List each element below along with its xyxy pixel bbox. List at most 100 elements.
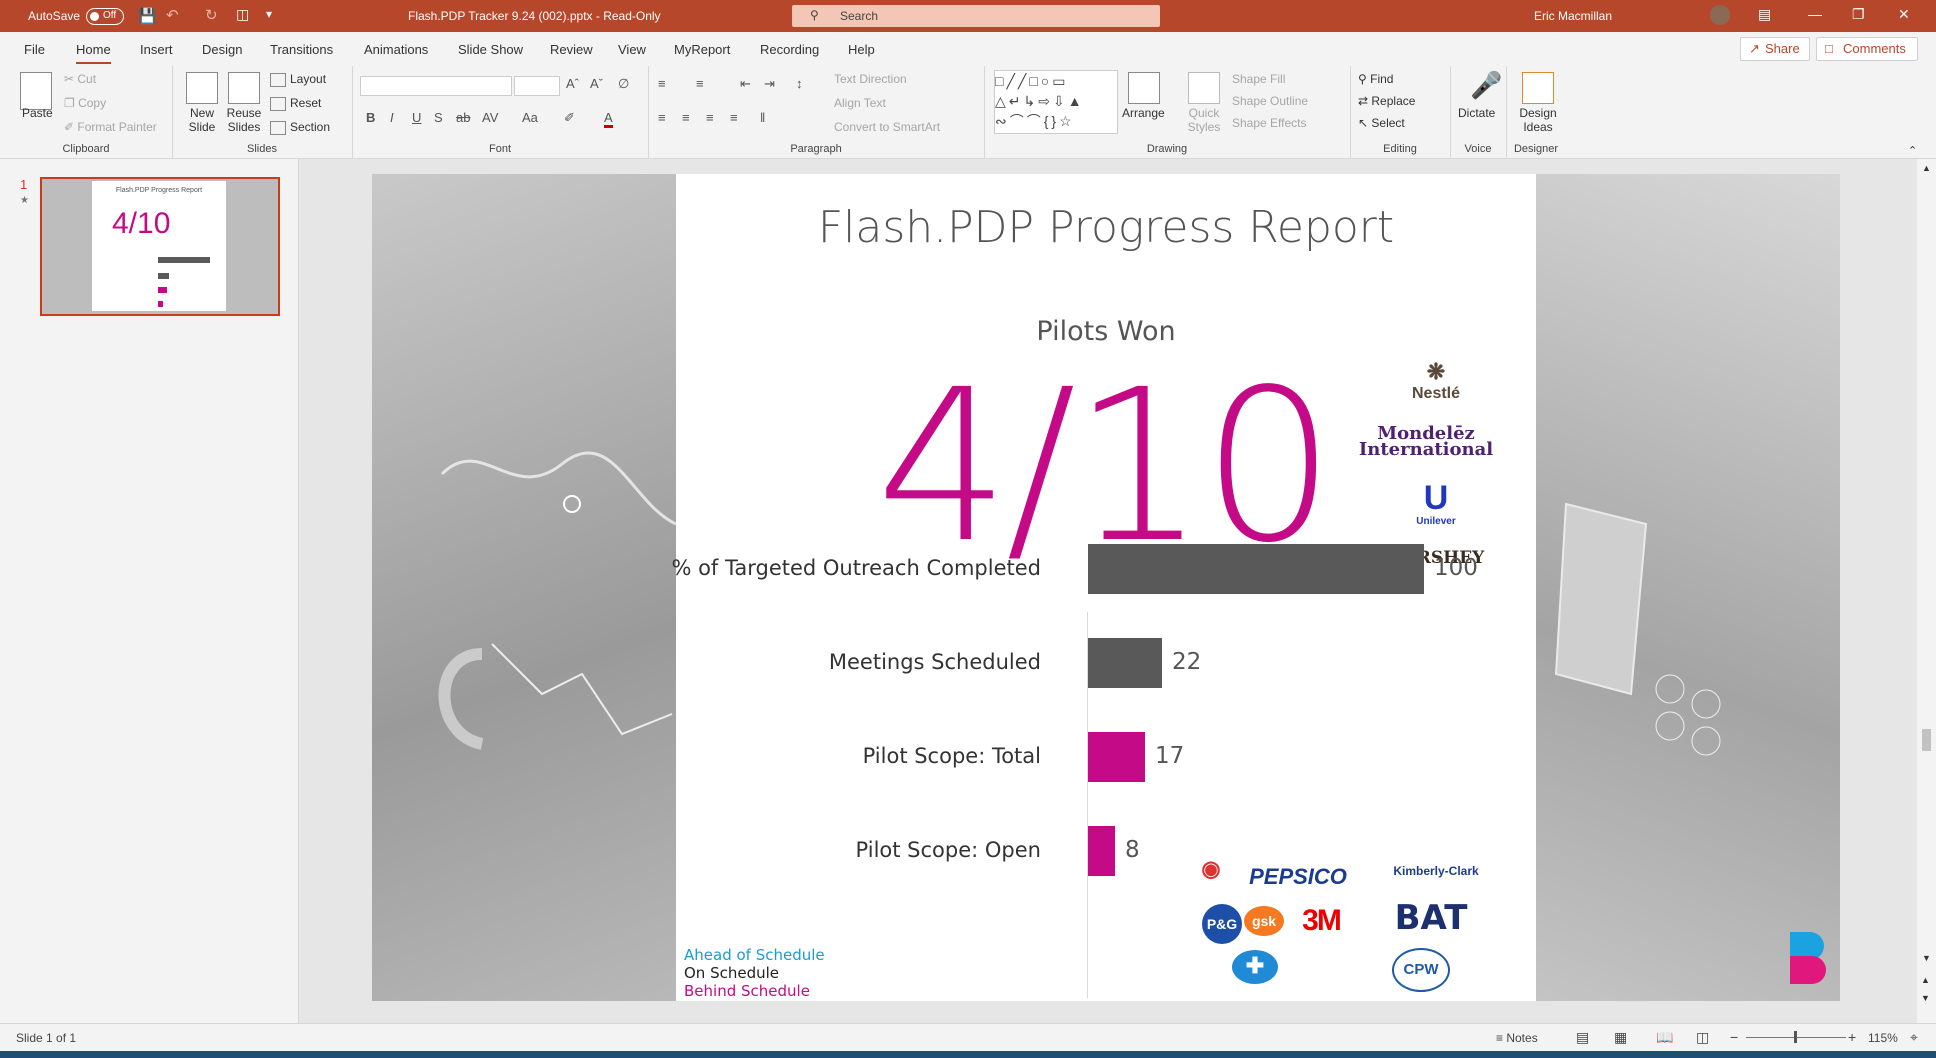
customize-qat-icon[interactable]: ▾ <box>266 7 272 21</box>
tab-help[interactable]: Help <box>848 42 875 57</box>
numbering-icon[interactable]: ≡ <box>696 76 704 91</box>
quick-styles-button[interactable]: Quick Styles <box>1184 106 1224 134</box>
slide-title[interactable]: Flash.PDP Progress Report <box>676 202 1536 253</box>
char-spacing-icon[interactable]: AV <box>482 110 498 125</box>
scroll-down-icon[interactable]: ▼ <box>1922 953 1931 963</box>
close-icon[interactable]: ✕ <box>1898 6 1910 23</box>
slide-canvas[interactable]: Flash.PDP Progress Report Pilots Won 4/1… <box>372 174 1840 1001</box>
select-button[interactable]: ↖ Select <box>1358 116 1405 130</box>
change-case-icon[interactable]: Aa <box>522 110 538 125</box>
bullets-icon[interactable]: ≡ <box>658 76 666 91</box>
notes-button[interactable]: ≡ Notes <box>1496 1031 1538 1045</box>
tab-animations[interactable]: Animations <box>364 42 428 57</box>
microphone-icon[interactable]: 🎤 <box>1470 70 1502 101</box>
reset-button[interactable]: Reset <box>270 96 321 111</box>
text-direction-button[interactable]: Text Direction <box>834 72 907 86</box>
clear-format-icon[interactable]: ∅ <box>618 76 629 92</box>
slide-thumbnail[interactable]: Flash.PDP Progress Report 4/10 <box>40 177 280 316</box>
new-slide-icon[interactable] <box>186 72 218 104</box>
shape-outline-button[interactable]: Shape Outline <box>1232 94 1308 108</box>
align-text-button[interactable]: Align Text <box>834 96 886 110</box>
shadow-icon[interactable]: S <box>434 110 443 125</box>
vertical-scrollbar[interactable]: ▲ ▼ ▲ ▼ <box>1917 159 1936 1023</box>
paste-icon[interactable] <box>20 72 52 110</box>
autosave-toggle[interactable]: Off <box>86 8 124 25</box>
search-box[interactable]: ⚲ Search <box>792 5 1160 27</box>
convert-smartart-button[interactable]: Convert to SmartArt <box>834 120 940 134</box>
quick-styles-icon[interactable] <box>1188 72 1220 104</box>
tab-insert[interactable]: Insert <box>140 42 173 57</box>
share-button[interactable]: ↗ Share <box>1740 37 1810 61</box>
design-ideas-icon[interactable] <box>1522 72 1554 104</box>
zoom-in-icon[interactable]: + <box>1848 1029 1856 1045</box>
scroll-up-icon[interactable]: ▲ <box>1922 163 1931 173</box>
next-slide-icon[interactable]: ▼ <box>1921 993 1930 1003</box>
shape-fill-button[interactable]: Shape Fill <box>1232 72 1285 86</box>
present-icon[interactable]: ◫ <box>236 6 249 23</box>
shrink-font-icon[interactable]: Aˇ <box>590 76 603 91</box>
font-name-select[interactable] <box>360 76 512 96</box>
align-right-icon[interactable]: ≡ <box>706 110 714 125</box>
zoom-level[interactable]: 115% <box>1868 1031 1898 1045</box>
dictate-button[interactable]: Dictate <box>1458 106 1495 120</box>
redo-icon[interactable]: ↻ <box>205 6 218 24</box>
tab-review[interactable]: Review <box>550 42 593 57</box>
cut-button[interactable]: ✂ Cut <box>64 72 96 86</box>
fit-slide-icon[interactable]: ⌖ <box>1910 1029 1918 1046</box>
tab-view[interactable]: View <box>618 42 646 57</box>
shape-effects-button[interactable]: Shape Effects <box>1232 116 1307 130</box>
user-name[interactable]: Eric Macmillan <box>1534 9 1612 23</box>
line-spacing-icon[interactable]: ↕ <box>796 76 803 91</box>
font-size-select[interactable] <box>514 76 560 96</box>
grow-font-icon[interactable]: Aˆ <box>566 76 579 91</box>
arrange-icon[interactable] <box>1128 72 1160 104</box>
bar[interactable] <box>1088 732 1145 782</box>
tab-home[interactable]: Home <box>76 42 111 64</box>
paste-button[interactable]: Paste <box>22 106 53 120</box>
columns-icon[interactable]: ‖ <box>760 110 765 125</box>
highlight-icon[interactable]: ✐ <box>564 110 575 126</box>
tab-slide-show[interactable]: Slide Show <box>458 42 523 57</box>
undo-icon[interactable]: ↶ <box>166 6 179 24</box>
new-slide-button[interactable]: New Slide <box>184 106 220 134</box>
tab-file[interactable]: File <box>24 42 45 57</box>
shapes-gallery[interactable]: □╱╱□○▭ △↵↳⇨⇩▲ ∾⌒⌒{}☆ <box>994 70 1118 134</box>
collapse-ribbon-icon[interactable]: ⌃ <box>1908 144 1917 157</box>
avatar[interactable] <box>1710 5 1730 25</box>
minimize-icon[interactable]: — <box>1808 6 1822 22</box>
reuse-slides-icon[interactable] <box>228 72 260 104</box>
align-left-icon[interactable]: ≡ <box>658 110 666 125</box>
bold-icon[interactable]: B <box>366 110 375 125</box>
zoom-slider-thumb[interactable] <box>1794 1031 1797 1043</box>
tab-transitions[interactable]: Transitions <box>270 42 333 57</box>
align-center-icon[interactable]: ≡ <box>682 110 690 125</box>
bar[interactable] <box>1088 826 1115 876</box>
save-icon[interactable]: 💾 <box>138 7 157 25</box>
reading-view-icon[interactable]: 📖 <box>1656 1029 1673 1046</box>
scroll-thumb[interactable] <box>1922 729 1931 751</box>
previous-slide-icon[interactable]: ▲ <box>1921 975 1930 985</box>
reuse-slides-button[interactable]: Reuse Slides <box>226 106 262 134</box>
ribbon-display-icon[interactable]: ▤ <box>1758 6 1771 23</box>
comments-button[interactable]: □ Comments <box>1816 37 1918 61</box>
restore-icon[interactable]: ❐ <box>1852 6 1865 23</box>
underline-icon[interactable]: U <box>412 110 421 125</box>
increease-indent-icon[interactable]: ⇥ <box>764 76 775 92</box>
normal-view-icon[interactable]: ▤ <box>1576 1029 1589 1046</box>
tab-design[interactable]: Design <box>202 42 242 57</box>
italic-icon[interactable]: I <box>390 110 394 125</box>
design-ideas-button[interactable]: Design Ideas <box>1516 106 1560 134</box>
format-painter-button[interactable]: ✐ Format Painter <box>64 120 157 134</box>
strikethrough-icon[interactable]: ab <box>456 110 470 125</box>
bar[interactable] <box>1088 544 1424 594</box>
zoom-out-icon[interactable]: − <box>1730 1029 1738 1045</box>
copy-button[interactable]: ❐ Copy <box>64 96 106 110</box>
arrange-button[interactable]: Arrange <box>1122 106 1165 120</box>
decrease-indent-icon[interactable]: ⇤ <box>740 76 751 92</box>
tab-myreport[interactable]: MyReport <box>674 42 730 57</box>
layout-button[interactable]: Layout <box>270 72 326 87</box>
font-color-icon[interactable]: A <box>604 110 613 128</box>
tab-recording[interactable]: Recording <box>760 42 819 57</box>
section-button[interactable]: Section <box>270 120 330 135</box>
find-button[interactable]: ⚲ Find <box>1358 72 1393 86</box>
